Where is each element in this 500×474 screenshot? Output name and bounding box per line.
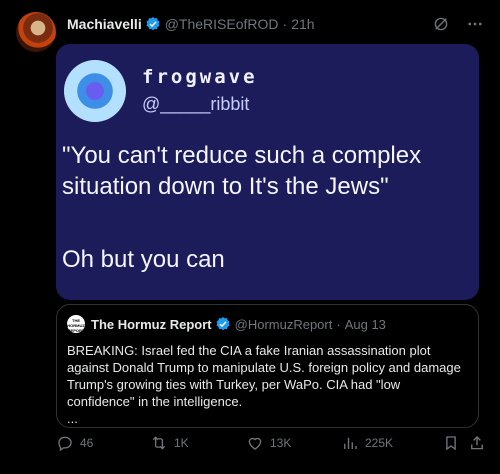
verified-icon xyxy=(145,16,161,32)
post-time[interactable]: 21h xyxy=(291,16,314,32)
views-count: 225K xyxy=(365,436,394,450)
quoted-post[interactable]: THE HORMUZ REPORT The Hormuz Report @Hor… xyxy=(56,304,479,428)
separator-dot: · xyxy=(336,316,341,332)
post-media-image[interactable]: frogwave @_____ribbit "You can't reduce … xyxy=(56,44,479,300)
bookmark-icon xyxy=(442,434,460,452)
reply-count: 46 xyxy=(80,436,94,450)
media-account-name: frogwave xyxy=(142,66,258,88)
bookmark-button[interactable] xyxy=(442,434,460,452)
repost-icon xyxy=(150,434,168,452)
media-quote-text: "You can't reduce such a complex situati… xyxy=(62,142,422,200)
verified-icon xyxy=(215,316,231,332)
media-account-handle: @_____ribbit xyxy=(142,94,250,114)
more-icon[interactable] xyxy=(466,15,484,33)
author-handle[interactable]: @TheRISEofROD xyxy=(165,16,279,32)
share-icon xyxy=(468,434,486,452)
heart-icon xyxy=(246,434,264,452)
like-count: 13K xyxy=(270,436,292,450)
quoted-author-avatar: THE HORMUZ REPORT xyxy=(67,315,85,333)
author-display-name[interactable]: Machiavelli xyxy=(67,16,142,32)
repost-count: 1K xyxy=(174,436,189,450)
frogwave-avatar xyxy=(64,60,126,122)
repost-button[interactable]: 1K xyxy=(150,434,189,452)
views-chart-icon xyxy=(341,434,359,452)
views-button[interactable]: 225K xyxy=(341,434,393,452)
quoted-post-text: BREAKING: Israel fed the CIA a fake Iran… xyxy=(67,343,461,409)
share-button[interactable] xyxy=(468,434,486,452)
quoted-author-name: The Hormuz Report xyxy=(91,316,212,332)
quoted-post-date: Aug 13 xyxy=(344,316,386,332)
grok-icon[interactable] xyxy=(432,15,450,33)
like-button[interactable]: 13K xyxy=(246,434,291,452)
quoted-post-more: ... xyxy=(67,411,78,426)
quoted-post-header: THE HORMUZ REPORT The Hormuz Report @Hor… xyxy=(67,315,468,333)
author-avatar[interactable] xyxy=(16,12,56,52)
reply-button[interactable]: 46 xyxy=(56,434,93,452)
reply-icon xyxy=(56,434,74,452)
quoted-author-handle: @HormuzReport xyxy=(234,316,333,332)
separator-dot: · xyxy=(282,16,288,32)
media-reply-text: Oh but you can xyxy=(62,246,225,273)
post-header: Machiavelli @TheRISEofROD · 21h xyxy=(67,14,484,34)
